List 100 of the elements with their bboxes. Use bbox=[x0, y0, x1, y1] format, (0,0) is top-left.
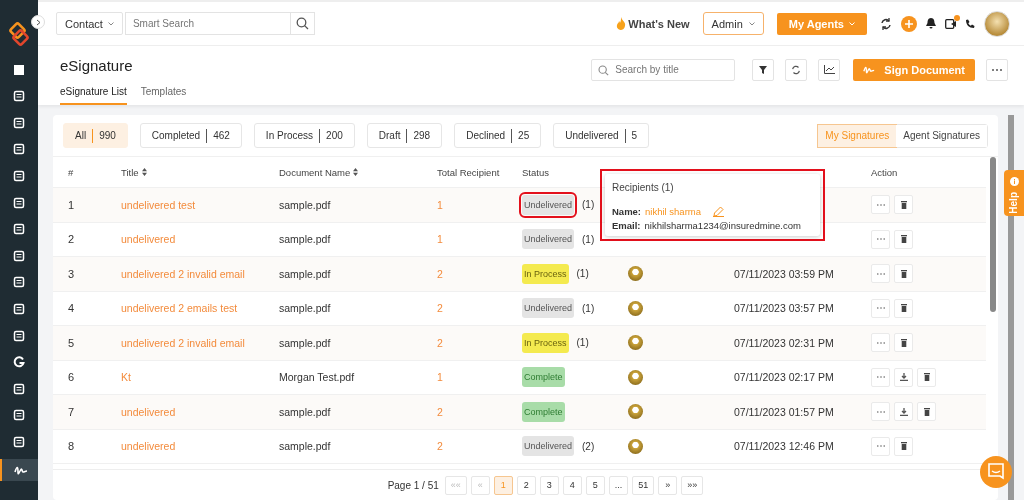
phone-icon[interactable] bbox=[965, 18, 975, 29]
created-date: 07/11/2023 03:59 PM bbox=[734, 267, 834, 280]
status-filter-chip[interactable]: Declined 25 bbox=[454, 123, 542, 148]
delete-button[interactable] bbox=[894, 436, 913, 456]
page-button[interactable]: 4 bbox=[562, 475, 582, 495]
column-header[interactable]: Title bbox=[121, 166, 147, 178]
delete-button[interactable] bbox=[894, 229, 913, 249]
letter-g-icon[interactable] bbox=[13, 356, 25, 369]
status-filter-chip[interactable]: In Process 200 bbox=[253, 123, 355, 148]
status-badge: Undelivered bbox=[522, 194, 575, 215]
contact-dropdown[interactable]: Contact bbox=[56, 12, 123, 35]
filter-button[interactable] bbox=[752, 58, 775, 81]
document-name: sample.pdf bbox=[279, 336, 331, 349]
last-page-button[interactable]: »» bbox=[681, 475, 704, 495]
more-icon bbox=[876, 341, 885, 344]
download-button[interactable] bbox=[894, 402, 913, 422]
recipient-count[interactable]: (1) bbox=[582, 199, 595, 211]
trash-icon bbox=[900, 442, 907, 451]
created-date: 07/11/2023 02:17 PM bbox=[734, 371, 834, 384]
created-date: 07/11/2023 02:31 PM bbox=[734, 336, 834, 349]
sort-icon bbox=[353, 168, 359, 176]
search-button[interactable] bbox=[289, 12, 315, 35]
column-header: Action bbox=[871, 166, 898, 178]
trash-icon bbox=[900, 304, 907, 313]
page-indicator: Page 1 / 51 bbox=[387, 479, 439, 491]
more-icon bbox=[876, 307, 885, 310]
flame-icon bbox=[616, 17, 627, 30]
status-badge: Undelivered bbox=[522, 436, 575, 457]
trash-icon bbox=[900, 338, 907, 347]
user-avatar[interactable] bbox=[984, 10, 1010, 37]
sort-icon bbox=[141, 168, 147, 176]
page-button[interactable]: 5 bbox=[585, 475, 605, 495]
row-number: 1 bbox=[68, 198, 75, 211]
page-tab[interactable]: Templates bbox=[140, 86, 187, 105]
download-button[interactable] bbox=[894, 367, 913, 387]
chart-button[interactable] bbox=[818, 58, 841, 81]
signature-icon[interactable] bbox=[13, 464, 28, 475]
title-search-field[interactable]: Search by title bbox=[591, 58, 736, 81]
whats-new-link[interactable]: What's New bbox=[628, 17, 690, 30]
row-number: 3 bbox=[68, 267, 75, 280]
delete-button[interactable] bbox=[894, 264, 913, 284]
document-name: sample.pdf bbox=[279, 233, 331, 246]
logo-icon bbox=[7, 22, 31, 46]
download-icon bbox=[899, 373, 908, 382]
video-icon[interactable] bbox=[945, 18, 956, 29]
chat-icon bbox=[987, 463, 1005, 481]
info-icon bbox=[1009, 177, 1019, 186]
trash-icon bbox=[900, 235, 907, 244]
page-button[interactable]: 2 bbox=[516, 475, 536, 495]
smart-search-field[interactable]: Smart Search bbox=[124, 12, 291, 35]
row-number: 4 bbox=[68, 302, 75, 315]
trash-icon bbox=[923, 407, 930, 416]
more-button[interactable] bbox=[986, 58, 1008, 81]
next-page-button[interactable]: » bbox=[658, 475, 678, 495]
document-name: sample.pdf bbox=[279, 302, 331, 315]
page-button[interactable]: 3 bbox=[539, 475, 559, 495]
delete-button[interactable] bbox=[917, 402, 936, 422]
status-filter-chip[interactable]: Draft 298 bbox=[366, 123, 443, 148]
status-badge: In Process bbox=[522, 263, 569, 284]
document-name: sample.pdf bbox=[279, 267, 331, 280]
refresh-icon[interactable] bbox=[880, 17, 892, 30]
recipient-name: nikhil sharma bbox=[645, 206, 701, 217]
more-icon bbox=[876, 203, 885, 206]
trash-icon bbox=[900, 200, 907, 209]
recipient-count[interactable]: (1) bbox=[582, 233, 595, 245]
status-filter-chip[interactable]: Completed 462 bbox=[139, 123, 242, 148]
role-dropdown[interactable]: Admin bbox=[702, 12, 764, 35]
bell-icon[interactable] bbox=[926, 18, 936, 29]
more-icon bbox=[876, 376, 885, 379]
refresh-button[interactable] bbox=[785, 58, 808, 81]
recipient-count[interactable]: (1) bbox=[576, 337, 589, 349]
collapse-sidebar-button[interactable] bbox=[31, 15, 45, 29]
column-header[interactable]: Document Name bbox=[279, 166, 359, 178]
signature-scope-tab[interactable]: Agent Signatures bbox=[896, 124, 987, 147]
status-badge: Complete bbox=[522, 367, 565, 388]
more-icon bbox=[992, 68, 1002, 71]
column-header: Total Recipient bbox=[437, 166, 500, 178]
status-badge: In Process bbox=[522, 332, 569, 353]
status-badge: Undelivered bbox=[522, 298, 575, 319]
page-button[interactable]: 51 bbox=[632, 475, 655, 495]
status-filter-chip[interactable]: Undelivered 5 bbox=[553, 123, 650, 148]
trash-icon bbox=[900, 269, 907, 278]
delete-button[interactable] bbox=[894, 195, 913, 215]
download-icon bbox=[899, 407, 908, 416]
popup-title: Recipients (1) bbox=[612, 182, 675, 193]
delete-button[interactable] bbox=[917, 367, 936, 387]
status-filter-chip[interactable]: All 990 bbox=[63, 123, 128, 148]
email-label: Email: bbox=[612, 220, 641, 231]
recipient-count[interactable]: (2) bbox=[582, 440, 595, 452]
delete-button[interactable] bbox=[894, 333, 913, 353]
plus-icon bbox=[905, 19, 913, 28]
search-icon bbox=[295, 17, 309, 30]
row-number: 8 bbox=[68, 440, 75, 453]
recipient-count[interactable]: (1) bbox=[576, 268, 589, 280]
recipient-count[interactable]: (1) bbox=[582, 302, 595, 314]
signature-icon bbox=[863, 65, 876, 74]
chevron-right-icon bbox=[35, 18, 41, 26]
refresh-icon bbox=[791, 64, 802, 75]
page-button[interactable]: ... bbox=[608, 475, 629, 495]
delete-button[interactable] bbox=[894, 298, 913, 318]
